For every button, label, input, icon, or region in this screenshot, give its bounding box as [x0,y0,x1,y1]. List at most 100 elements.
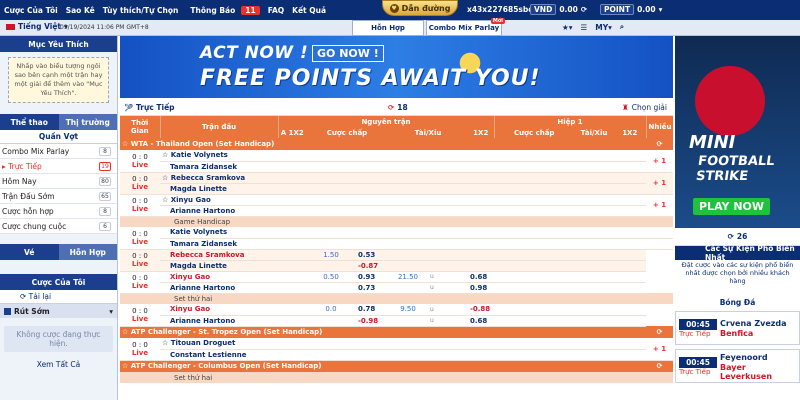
reload-button[interactable]: ⟳ Tải lại [0,290,117,304]
pick-league-button[interactable]: ♜ Chọn giải [622,103,667,112]
tab-market[interactable]: Thị trường [58,114,117,130]
more-bets-link[interactable]: + 1 [646,172,674,195]
count-badge: 8 [99,206,111,216]
sidebar-item-mixed[interactable]: Cược hỗn hợp 8 [0,204,117,219]
game-ad[interactable]: MINI FOOTBALL STRIKE PLAY NOW [675,36,800,228]
handicap-line: 0.0 [306,304,356,316]
tab-ticket[interactable]: Vé [0,244,59,260]
nav-faq[interactable]: FAQ [264,6,288,15]
refresh-icon[interactable]: ⟳ [646,326,674,338]
my-label: MY [595,22,609,32]
star-icon[interactable]: ☆ [122,328,131,336]
chevron-down-icon[interactable]: ▾ [109,307,113,316]
checkbox-icon[interactable] [4,307,11,315]
nav-statement[interactable]: Sao Kê [62,6,99,15]
odds-home[interactable]: 0.93 [356,271,388,283]
refresh-icon[interactable]: ⟳ [646,138,674,150]
tab-mixed[interactable]: Hỗn Hợp [58,244,117,260]
early-cashout-row[interactable]: Rút Sớm ▾ [0,304,117,318]
nav-results[interactable]: Kết Quả [288,6,330,15]
table-row: Tamara Zidansek [120,161,673,173]
right-panel: MINI FOOTBALL STRIKE PLAY NOW ⟳ 26 Các Sự… [675,36,800,400]
ou-line: 9.50 [388,304,428,316]
score-cell: 0 : 0 Live [120,304,160,327]
nav-my-bets[interactable]: Cược Của Tôi [0,6,62,15]
sport-label: Bóng Đá [719,298,756,307]
subsection-label: Set thứ hai [160,293,674,304]
sidebar-item-label: ▸ Trực Tiếp [2,161,42,171]
star-icon[interactable]: ☆ [122,362,131,370]
live-tag: Live [131,260,149,268]
team-home: Rebecca Sramkova [160,249,278,261]
my-bets-panel: Cược Của Tôi ⟳ Tải lại Rút Sớm ▾ Không cư… [0,274,117,369]
more-bets-link[interactable]: + 1 [646,338,674,361]
highlights-subtitle: Đặt cược vào các sự kiện phổ biến nhất đ… [681,261,794,285]
odds-under[interactable]: 0.98 [468,282,494,294]
sidebar-item-today[interactable]: Hôm Nay 80 [0,174,117,189]
tab-sport[interactable]: Thể thao [0,114,59,130]
list-icon[interactable]: ☰ [581,23,588,32]
table-header-row-1: Thời Gian Trận đấu Nguyên trận Hiệp 1 Nh… [120,116,674,138]
sidebar-item-live[interactable]: ▸ Trực Tiếp 19 [0,159,117,174]
language-selector[interactable]: Tiếng Việt ▾ [6,22,68,31]
league-row[interactable]: ☆ ATP Challenger - St. Tropez Open (Set … [120,326,674,338]
subsection-spacer [120,216,160,227]
odds-empty [278,282,356,294]
live-title: Trực Tiếp [136,103,175,112]
odds-over[interactable]: -0.88 [468,304,494,316]
refresh-balance-icon[interactable]: ⟳ [581,5,587,14]
count-badge: 8 [99,146,111,156]
tab-combo-mix-parlay[interactable]: Combo Mix Parlay Mới [426,18,505,36]
live-bar: 🎾︎ Trực Tiếp ⟳ 18 ♜ Chọn giải [120,100,673,116]
ticket-tabs: Vé Hỗn Hợp [0,244,117,260]
subsection-spacer [120,372,160,383]
trophy-icon: ♜ [622,103,629,112]
point-display[interactable]: POINT 0.00 ▾ [600,4,662,15]
odds-home[interactable]: 0.78 [356,304,388,316]
ou-marker: u [428,271,468,283]
ou-line: 21.50 [388,271,428,283]
table-row: 0 : 0 Live Xinyu Gao 0.0 0.78 9.50 u -0.8… [120,304,673,327]
league-row[interactable]: ☆ WTA - Thailand Open (Set Handicap) ⟳ [120,138,674,150]
guide-button[interactable]: ♥ Dẫn đường [382,0,458,16]
sidebar-item-early[interactable]: Trận Đấu Sớm 65 [0,189,117,204]
score: 0 : 0 [132,152,148,161]
nav-preferences[interactable]: Tùy thích/Tự Chọn [99,6,183,15]
more-bets-link[interactable]: + 1 [646,194,674,217]
star-icon[interactable]: ☆ [122,140,131,148]
league-row[interactable]: ☆ ATP Challenger - Columbus Open (Set Ha… [120,360,674,372]
table-row: Arianne Hartono [120,205,673,217]
score-cell: 0 : 0 Live [120,172,160,195]
handicap-line: 0.50 [306,271,356,283]
odds-away[interactable]: -0.98 [356,315,388,327]
sidebar-item-combo[interactable]: Combo Mix Parlay 8 [0,144,117,159]
odds-home[interactable]: 0.53 [356,249,388,261]
odds-empty [278,315,356,327]
sidebar-item-outright[interactable]: Cược chung cuộc 6 [0,219,117,234]
table-row: 0 : 0 Live Katie Volynets [120,227,674,250]
refresh-button[interactable]: ⟳ 18 [388,103,408,112]
more-bets-link[interactable]: + 1 [646,150,674,173]
play-now-button[interactable]: PLAY NOW [693,198,771,215]
event-card[interactable]: 00:45 Trực Tiếp Feyenoord Bayer Leverkusen [675,349,800,383]
odds-away[interactable]: -0.87 [356,260,388,272]
banner-go-button[interactable]: GO NOW ! [312,45,384,62]
score-cell: 0 : 0 Live [120,150,160,173]
guide-label: Dẫn đường [401,3,451,13]
see-all-link[interactable]: Xem Tất Cả [0,360,117,369]
event-card[interactable]: 00:45 Trực Tiếp Crvena Zvezda Benfica [675,311,800,345]
odds-over[interactable]: 0.68 [468,271,494,283]
balance-display: VND 0.00 ⟳ [530,4,587,15]
odds-away[interactable]: 0.73 [356,282,388,294]
search-icon[interactable]: ⌕ [620,22,624,32]
nav-notifications[interactable]: Thông Báo 11 [182,5,263,15]
tab-hon-hop[interactable]: Hỗn Hợp [352,20,424,36]
early-cashout-label: Rút Sớm [14,306,50,316]
subsection-label: Game Handicap [160,216,674,227]
subsection-label: Set thứ hai [160,372,674,383]
odds-under[interactable]: 0.68 [468,315,494,327]
my-menu[interactable]: MY▾ [595,23,612,32]
promo-banner[interactable]: ACT NOW ! GO NOW ! FREE POINTS AWAIT YOU… [120,36,673,98]
refresh-icon[interactable]: ⟳ [646,360,674,372]
star-icon[interactable]: ★▾ [562,23,573,32]
